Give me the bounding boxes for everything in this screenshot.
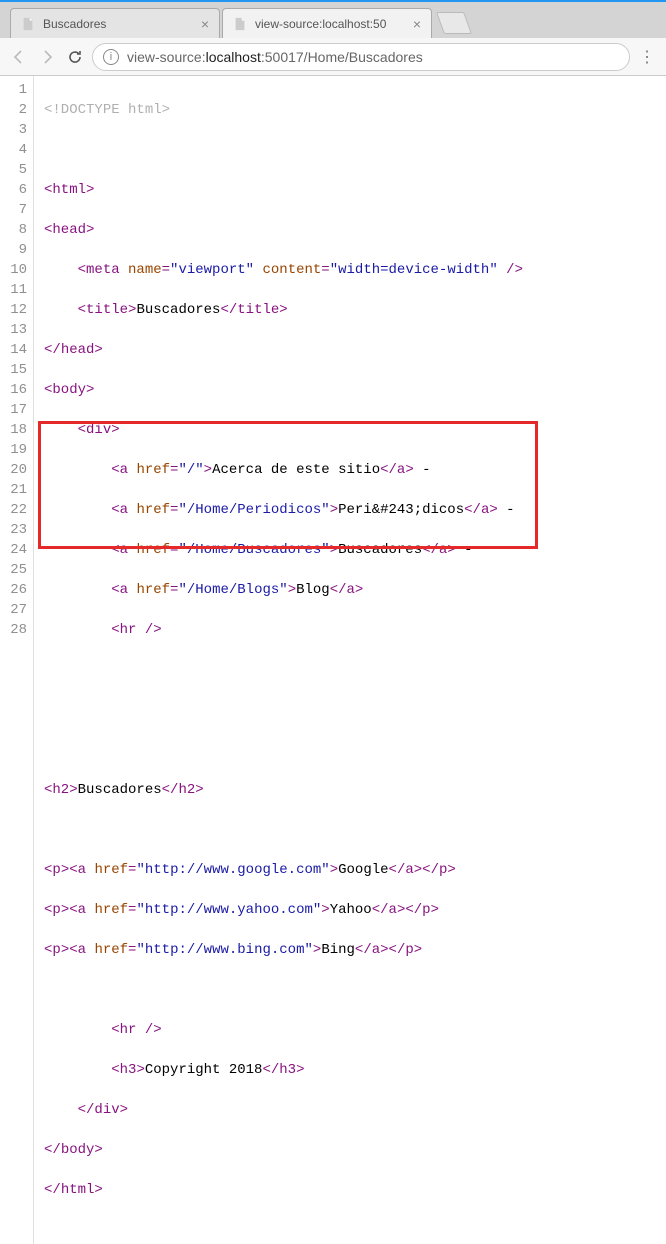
reload-button[interactable] bbox=[64, 46, 86, 68]
new-tab-button[interactable] bbox=[436, 12, 472, 34]
tab-title: view-source:localhost:50 bbox=[255, 17, 407, 31]
code-line: <head> bbox=[44, 220, 656, 240]
code-line: <hr /> bbox=[44, 1020, 656, 1040]
close-icon[interactable]: × bbox=[413, 17, 421, 31]
source-view: 1 2 3 4 5 6 7 8 9 10 11 12 13 14 15 16 1… bbox=[0, 76, 666, 1244]
code-line: </body> bbox=[44, 1140, 656, 1160]
code-line: <body> bbox=[44, 380, 656, 400]
code-line bbox=[44, 660, 656, 680]
code-pane[interactable]: <!DOCTYPE html> <html> <head> <meta name… bbox=[34, 76, 666, 1244]
code-line: <h3>Copyright 2018</h3> bbox=[44, 1060, 656, 1080]
code-line: <a href="/">Acerca de este sitio</a> - bbox=[44, 460, 656, 480]
forward-button[interactable] bbox=[36, 46, 58, 68]
page-icon bbox=[233, 17, 247, 31]
code-line: </div> bbox=[44, 1100, 656, 1120]
code-line: <a href="/Home/Periodicos">Peri&#243;dic… bbox=[44, 500, 656, 520]
tab-view-source[interactable]: view-source:localhost:50 × bbox=[222, 8, 432, 38]
code-line: <a href="/Home/Blogs">Blog</a> bbox=[44, 580, 656, 600]
code-line bbox=[44, 980, 656, 1000]
back-button[interactable] bbox=[8, 46, 30, 68]
code-line bbox=[44, 740, 656, 760]
code-line bbox=[44, 700, 656, 720]
site-info-icon[interactable]: i bbox=[103, 49, 119, 65]
menu-button[interactable]: ⋮ bbox=[636, 47, 658, 67]
close-icon[interactable]: × bbox=[201, 17, 209, 31]
code-line: <hr /> bbox=[44, 620, 656, 640]
toolbar: i view-source:localhost:50017/Home/Busca… bbox=[0, 38, 666, 76]
address-bar[interactable]: i view-source:localhost:50017/Home/Busca… bbox=[92, 43, 630, 71]
code-line: <div> bbox=[44, 420, 656, 440]
tab-title: Buscadores bbox=[43, 17, 195, 31]
code-line: <title>Buscadores</title> bbox=[44, 300, 656, 320]
code-line: <html> bbox=[44, 180, 656, 200]
code-line bbox=[44, 820, 656, 840]
url-rest: :50017/Home/Buscadores bbox=[261, 49, 423, 65]
code-line: <h2>Buscadores</h2> bbox=[44, 780, 656, 800]
url-prefix: view-source: bbox=[127, 49, 206, 65]
line-gutter: 1 2 3 4 5 6 7 8 9 10 11 12 13 14 15 16 1… bbox=[0, 76, 34, 1244]
tab-strip: Buscadores × view-source:localhost:50 × bbox=[0, 2, 666, 38]
code-line: </head> bbox=[44, 340, 656, 360]
code-line: <p><a href="http://www.google.com">Googl… bbox=[44, 860, 656, 880]
code-line: <p><a href="http://www.yahoo.com">Yahoo<… bbox=[44, 900, 656, 920]
code-line: <!DOCTYPE html> bbox=[44, 100, 656, 120]
tab-buscadores[interactable]: Buscadores × bbox=[10, 8, 220, 38]
url-host: localhost bbox=[206, 49, 261, 65]
code-line bbox=[44, 140, 656, 160]
code-line: <meta name="viewport" content="width=dev… bbox=[44, 260, 656, 280]
code-line: <p><a href="http://www.bing.com">Bing</a… bbox=[44, 940, 656, 960]
code-line: </html> bbox=[44, 1180, 656, 1200]
page-icon bbox=[21, 17, 35, 31]
code-line: <a href="/Home/Buscadores">Buscadores</a… bbox=[44, 540, 656, 560]
